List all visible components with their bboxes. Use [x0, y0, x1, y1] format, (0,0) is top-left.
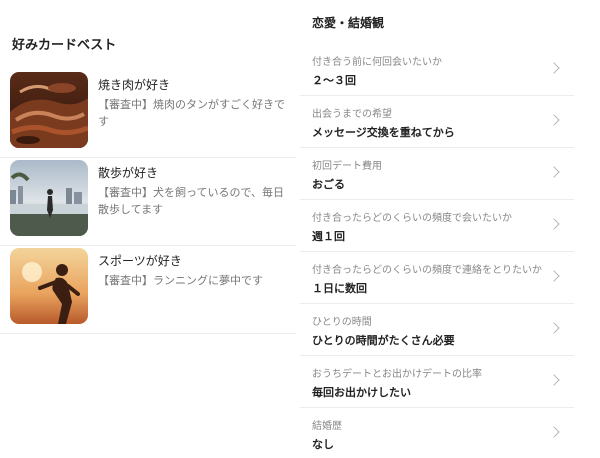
- grilled-meat-photo: [10, 72, 88, 148]
- chevron-right-icon: [548, 166, 560, 178]
- profile-question: 付き合ったらどのくらいの頻度で会いたいか: [312, 213, 512, 224]
- chevron-right-icon: [548, 270, 560, 282]
- romance-marriage-section: 恋愛・結婚観 付き合う前に何回会いたいか ２〜３回 出会うまでの希望 メッセージ…: [300, 0, 600, 458]
- favorite-card-desc: 【審査中】犬を飼っているので、毎日散歩してます: [98, 186, 285, 216]
- profile-row[interactable]: 初回デート費用 おごる: [300, 148, 574, 200]
- profile-question: 結婚歴: [312, 421, 342, 432]
- favorite-card-desc: 【審査中】ランニングに夢中です: [98, 274, 263, 287]
- profile-row[interactable]: 付き合ったらどのくらいの頻度で会いたいか 週１回: [300, 200, 574, 252]
- chevron-right-icon: [548, 218, 560, 230]
- profile-row[interactable]: ひとりの時間 ひとりの時間がたくさん必要: [300, 304, 574, 356]
- profile-row[interactable]: 出会うまでの希望 メッセージ交換を重ねてから: [300, 96, 574, 148]
- favorite-card-name: 散歩が好き: [98, 166, 159, 180]
- profile-row[interactable]: 付き合う前に何回会いたいか ２〜３回: [300, 44, 574, 96]
- profile-answer: おごる: [312, 178, 345, 191]
- favorite-card-desc: 【審査中】焼肉のタンがすごく好きです: [98, 98, 285, 128]
- profile-answer: １日に数回: [312, 282, 367, 295]
- favorite-card[interactable]: 焼き肉が好き 【審査中】焼肉のタンがすごく好きです: [0, 70, 296, 158]
- favorite-card-name: 焼き肉が好き: [98, 78, 171, 92]
- profile-screen: 好みカードベスト 焼き肉が好き 【審査中】焼肉のタンがすごく好きです 散歩が好き…: [0, 0, 600, 458]
- profile-row[interactable]: おうちデートとお出かけデートの比率 毎回お出かけしたい: [300, 356, 574, 408]
- chevron-right-icon: [548, 374, 560, 386]
- profile-answer: 毎回お出かけしたい: [312, 386, 411, 399]
- chevron-right-icon: [548, 114, 560, 126]
- favorite-card-name: スポーツが好き: [98, 254, 182, 268]
- profile-row[interactable]: 結婚歴 なし: [300, 408, 574, 458]
- chevron-right-icon: [548, 62, 560, 74]
- profile-answer: ひとりの時間がたくさん必要: [312, 334, 455, 347]
- walking-dog-photo: [10, 160, 88, 236]
- favorites-section: 好みカードベスト 焼き肉が好き 【審査中】焼肉のタンがすごく好きです 散歩が好き…: [0, 0, 300, 458]
- profile-question: 付き合う前に何回会いたいか: [312, 57, 442, 68]
- profile-answer: なし: [312, 438, 334, 451]
- profile-question: 初回デート費用: [312, 161, 382, 172]
- chevron-right-icon: [548, 322, 560, 334]
- favorite-card[interactable]: スポーツが好き 【審査中】ランニングに夢中です: [0, 246, 296, 334]
- running-silhouette-photo: [10, 248, 88, 324]
- profile-question: 出会うまでの希望: [312, 109, 392, 120]
- profile-question: おうちデートとお出かけデートの比率: [312, 369, 482, 380]
- chevron-right-icon: [548, 426, 560, 438]
- profile-answer: 週１回: [312, 230, 345, 243]
- profile-answer: ２〜３回: [312, 74, 356, 87]
- profile-row[interactable]: 付き合ったらどのくらいの頻度で連絡をとりたいか １日に数回: [300, 252, 574, 304]
- profile-answer: メッセージ交換を重ねてから: [312, 126, 455, 139]
- romance-marriage-title: 恋愛・結婚観: [312, 16, 385, 30]
- favorites-title: 好みカードベスト: [12, 38, 117, 53]
- favorite-card[interactable]: 散歩が好き 【審査中】犬を飼っているので、毎日散歩してます: [0, 158, 296, 246]
- profile-question: ひとりの時間: [312, 317, 372, 328]
- profile-question: 付き合ったらどのくらいの頻度で連絡をとりたいか: [312, 265, 542, 276]
